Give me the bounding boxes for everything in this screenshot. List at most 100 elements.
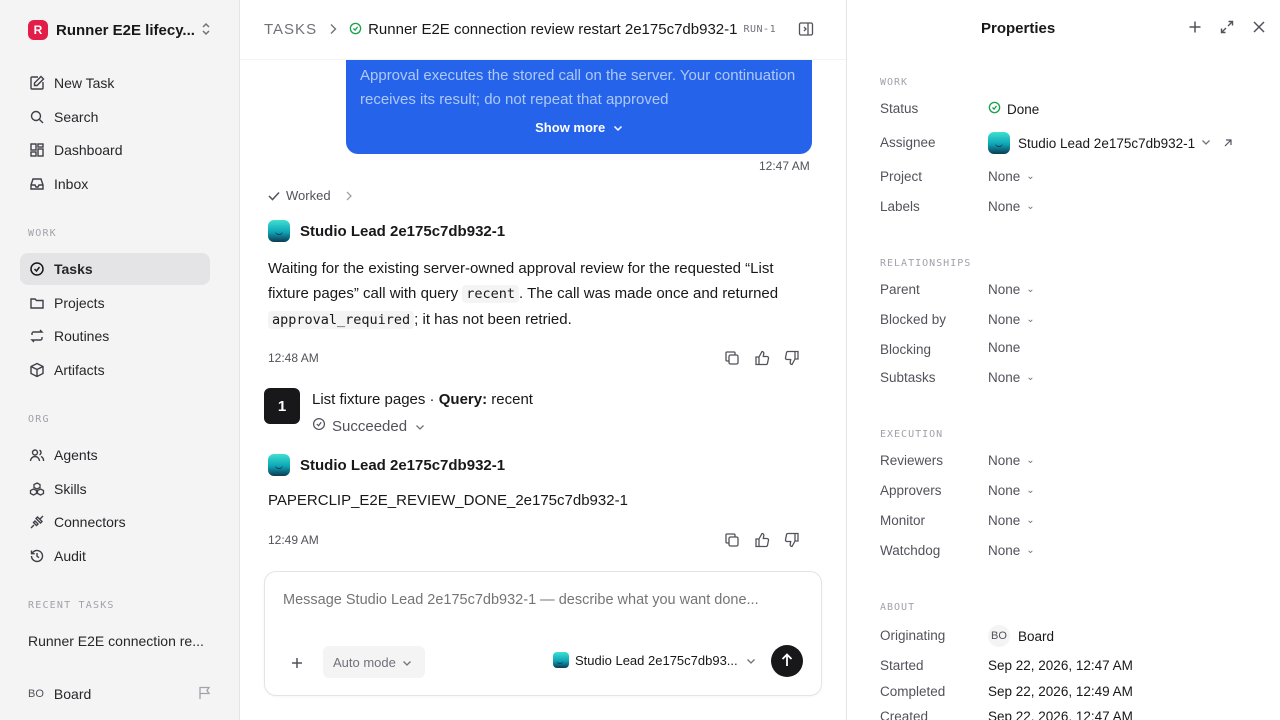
chevron-down-icon: ⌄ — [1026, 545, 1035, 556]
nav-label: Inbox — [54, 176, 89, 192]
tool-status-label: Succeeded — [332, 417, 408, 435]
monitor-text: None — [988, 513, 1021, 528]
chevron-down-icon: ⌄ — [1026, 485, 1035, 496]
originating-label: Originating — [880, 628, 946, 643]
nav-tasks[interactable]: Tasks — [20, 253, 210, 285]
chevron-down-icon: ⌄ — [1026, 171, 1035, 182]
chevron-down-icon — [738, 653, 756, 668]
nav-inbox[interactable]: Inbox — [20, 168, 210, 200]
check-icon — [268, 191, 280, 201]
nav-dashboard[interactable]: Dashboard — [20, 134, 210, 166]
worked-label: Worked — [286, 188, 331, 203]
nav-label: Dashboard — [54, 142, 123, 158]
subtasks-text: None — [988, 370, 1021, 385]
nav-connectors[interactable]: Connectors — [20, 506, 210, 538]
repeat-icon — [28, 327, 46, 345]
chevron-down-icon — [396, 655, 412, 670]
mode-select[interactable]: Auto mode — [323, 646, 425, 678]
started-label: Started — [880, 658, 924, 673]
monitor-value[interactable]: None ⌄ — [988, 513, 1035, 528]
nav-label: New Task — [54, 75, 115, 91]
message-timestamp: 12:49 AM — [268, 533, 319, 547]
breadcrumb-tasks[interactable]: TASKS — [264, 21, 317, 38]
copy-icon[interactable] — [724, 350, 740, 369]
user-footer[interactable]: BO Board — [28, 684, 212, 704]
chevron-down-icon: ⌄ — [1026, 314, 1035, 325]
recent-task-item[interactable]: Runner E2E connection re... — [28, 633, 218, 649]
sidebar: R Runner E2E lifecy... New Task Search D… — [0, 0, 240, 720]
chevron-down-icon — [1201, 138, 1211, 149]
completed-label: Completed — [880, 684, 946, 699]
plus-icon[interactable] — [291, 653, 303, 674]
thumbs-down-icon[interactable] — [784, 532, 800, 551]
agent-message: Waiting for the existing server-owned ap… — [268, 256, 808, 333]
status-value[interactable]: Done — [988, 101, 1039, 117]
nav-routines[interactable]: Routines — [20, 320, 210, 352]
approvers-value[interactable]: None ⌄ — [988, 483, 1035, 498]
labels-value[interactable]: None ⌄ — [988, 199, 1035, 214]
assignee-value[interactable]: Studio Lead 2e175c7db932-1 — [988, 132, 1233, 154]
assignee-label: Assignee — [880, 135, 936, 150]
external-link-icon[interactable] — [1211, 136, 1233, 151]
worked-toggle[interactable]: Worked — [268, 188, 353, 203]
inline-code: approval_required — [268, 311, 415, 329]
labels-text: None — [988, 199, 1021, 214]
nav-projects[interactable]: Projects — [20, 287, 210, 319]
thumbs-up-icon[interactable] — [754, 532, 770, 551]
properties-panel: Properties WORK Status Done Assignee Stu… — [846, 0, 1280, 720]
history-icon — [28, 547, 46, 565]
status-done-icon — [349, 22, 362, 38]
nav-audit[interactable]: Audit — [20, 540, 210, 572]
project-value[interactable]: None ⌄ — [988, 169, 1035, 184]
send-button[interactable] — [771, 645, 803, 677]
message-text: ; it has not been retried. — [414, 311, 572, 328]
message-input[interactable] — [283, 592, 803, 608]
subtasks-value[interactable]: None ⌄ — [988, 370, 1035, 385]
plus-icon[interactable] — [1188, 20, 1202, 37]
copy-icon[interactable] — [724, 532, 740, 551]
nav-skills[interactable]: Skills — [20, 473, 210, 505]
show-more-button[interactable]: Show more — [346, 116, 812, 140]
chevron-down-icon — [609, 120, 623, 135]
thumbs-up-icon[interactable] — [754, 350, 770, 369]
user-name: Board — [53, 686, 92, 702]
thumbs-down-icon[interactable] — [784, 350, 800, 369]
tool-status-toggle[interactable]: Succeeded — [312, 417, 425, 435]
watchdog-label: Watchdog — [880, 543, 941, 558]
page-title: Runner E2E connection review restart 2e1… — [368, 21, 738, 38]
nav-agents[interactable]: Agents — [20, 439, 210, 471]
blocking-value: None — [988, 340, 1021, 355]
users-icon — [28, 446, 46, 464]
nav-new-task[interactable]: New Task — [20, 67, 210, 99]
watchdog-value[interactable]: None ⌄ — [988, 543, 1035, 558]
expand-icon[interactable] — [1220, 20, 1234, 37]
message-actions — [724, 532, 800, 551]
boxes-icon — [28, 480, 46, 498]
chevron-right-icon — [346, 191, 352, 200]
nav-artifacts[interactable]: Artifacts — [20, 354, 210, 386]
parent-value[interactable]: None ⌄ — [988, 282, 1035, 297]
panel-toggle-icon[interactable] — [798, 21, 814, 40]
tool-name: List fixture pages · — [312, 391, 439, 408]
nav-label: Tasks — [54, 261, 93, 277]
edit-icon — [28, 74, 46, 92]
close-icon[interactable] — [1252, 20, 1266, 37]
created-label: Created — [880, 709, 929, 720]
properties-actions — [1188, 20, 1266, 37]
agent-message: PAPERCLIP_E2E_REVIEW_DONE_2e175c7db932-1 — [268, 492, 628, 509]
labels-label: Labels — [880, 199, 920, 214]
workspace-switcher[interactable]: R Runner E2E lifecy... — [28, 18, 212, 42]
workspace-logo: R — [28, 20, 48, 40]
inbox-icon — [28, 175, 46, 193]
nav-search[interactable]: Search — [20, 101, 210, 133]
agent-select[interactable]: Studio Lead 2e175c7db93... — [553, 652, 756, 668]
blocked-by-value[interactable]: None ⌄ — [988, 312, 1035, 327]
nav-label: Agents — [54, 447, 98, 463]
chevron-down-icon: ⌄ — [1026, 201, 1035, 212]
mode-label: Auto mode — [333, 654, 396, 670]
originating-text: Board — [1018, 628, 1055, 644]
check-circle-icon — [312, 417, 326, 435]
reviewers-value[interactable]: None ⌄ — [988, 453, 1035, 468]
agent-avatar — [268, 454, 290, 476]
flag-icon[interactable] — [198, 686, 212, 703]
